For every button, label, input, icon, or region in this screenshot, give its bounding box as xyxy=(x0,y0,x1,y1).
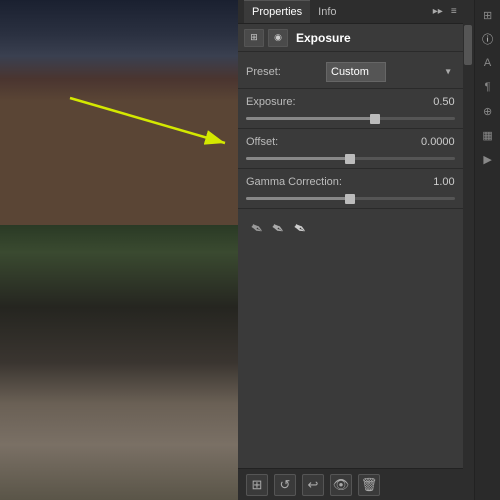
strip-histogram-icon[interactable]: ▦ xyxy=(477,124,499,146)
exposure-value: 0.50 xyxy=(326,96,455,108)
offset-label: Offset: xyxy=(246,136,326,148)
menu-icon[interactable]: ≡ xyxy=(451,6,457,17)
image-canvas xyxy=(0,0,238,500)
exposure-label: Exposure: xyxy=(246,96,326,108)
scrollbar-thumb[interactable] xyxy=(464,25,472,65)
gamma-value: 1.00 xyxy=(366,176,455,188)
gamma-slider-track[interactable] xyxy=(246,197,455,200)
offset-slider-track[interactable] xyxy=(246,157,455,160)
eyedropper-gray-icon[interactable]: ✒ xyxy=(267,217,289,241)
icon-strip: ⊞ ⓘ A ¶ ⊕ ▦ ▶ xyxy=(474,0,500,500)
strip-paragraph-icon[interactable]: ¶ xyxy=(477,76,499,98)
exposure-slider-fill xyxy=(246,117,375,120)
scrollbar[interactable] xyxy=(463,0,474,500)
undo-btn[interactable]: ↩ xyxy=(302,474,324,496)
add-icon: ⊞ xyxy=(252,477,263,493)
exposure-slider-thumb[interactable] xyxy=(370,114,380,124)
eye-icon: 👁 xyxy=(333,477,350,493)
tab-info[interactable]: Info xyxy=(310,0,344,23)
preset-label: Preset: xyxy=(246,66,326,78)
eyedropper-black-icon[interactable]: ✒ xyxy=(246,217,268,241)
expand-icon[interactable]: ▸▸ xyxy=(433,6,443,17)
gamma-row: Gamma Correction: 1.00 xyxy=(238,171,463,193)
image-tool-btn[interactable]: ⊞ xyxy=(244,29,264,47)
main-container: Properties Info ▸▸ ≡ ⊞ ◉ Exposure xyxy=(0,0,500,500)
exposure-row: Exposure: 0.50 xyxy=(238,91,463,113)
panel-tabs: Properties Info ▸▸ ≡ xyxy=(238,0,463,24)
tab-properties[interactable]: Properties xyxy=(244,0,310,23)
strip-layers-icon[interactable]: ⊞ xyxy=(477,4,499,26)
arrow-annotation xyxy=(60,88,238,168)
eyedropper-row: ✒ ✒ ✒ xyxy=(238,211,463,247)
exposure-slider-track[interactable] xyxy=(246,117,455,120)
offset-slider-thumb[interactable] xyxy=(345,154,355,164)
strip-channel-icon[interactable]: ⊕ xyxy=(477,100,499,122)
image-icon: ⊞ xyxy=(250,32,258,43)
gamma-slider-fill xyxy=(246,197,350,200)
divider-4 xyxy=(238,208,463,209)
strip-play-icon[interactable]: ▶ xyxy=(477,148,499,170)
eyedropper-white-icon[interactable]: ✒ xyxy=(289,217,311,241)
strip-info-icon[interactable]: ⓘ xyxy=(477,28,499,50)
trash-icon: 🗑 xyxy=(361,477,378,493)
panel-content: Preset: Custom Exposure: 0.50 xyxy=(238,52,463,468)
strip-text-icon[interactable]: A xyxy=(477,52,499,74)
refresh-btn[interactable]: ↺ xyxy=(274,474,296,496)
exposure-title: Exposure xyxy=(296,31,351,45)
exposure-slider-container xyxy=(238,113,463,126)
offset-row: Offset: 0.0000 xyxy=(238,131,463,153)
circle-icon: ◉ xyxy=(274,32,282,43)
toolbar-row: ⊞ ◉ Exposure xyxy=(238,24,463,52)
divider-2 xyxy=(238,128,463,129)
refresh-icon: ↺ xyxy=(280,477,291,493)
adjustment-tool-btn[interactable]: ◉ xyxy=(268,29,288,47)
right-panel: Properties Info ▸▸ ≡ ⊞ ◉ Exposure xyxy=(238,0,500,500)
offset-slider-container xyxy=(238,153,463,166)
divider-1 xyxy=(238,88,463,89)
preset-select-wrapper: Custom xyxy=(326,62,455,82)
preset-select[interactable]: Custom xyxy=(326,62,386,82)
offset-value: 0.0000 xyxy=(326,136,455,148)
offset-slider-fill xyxy=(246,157,350,160)
gamma-label: Gamma Correction: xyxy=(246,176,366,188)
add-adjustment-btn[interactable]: ⊞ xyxy=(246,474,268,496)
delete-btn[interactable]: 🗑 xyxy=(358,474,380,496)
tab-icons: ▸▸ ≡ xyxy=(433,6,457,17)
gamma-slider-container xyxy=(238,193,463,206)
properties-panel: Properties Info ▸▸ ≡ ⊞ ◉ Exposure xyxy=(238,0,463,500)
visibility-btn[interactable]: 👁 xyxy=(330,474,352,496)
gamma-slider-thumb[interactable] xyxy=(345,194,355,204)
preset-row: Preset: Custom xyxy=(238,58,463,86)
divider-3 xyxy=(238,168,463,169)
bottom-toolbar: ⊞ ↺ ↩ 👁 🗑 xyxy=(238,468,463,500)
undo-icon: ↩ xyxy=(308,477,319,493)
